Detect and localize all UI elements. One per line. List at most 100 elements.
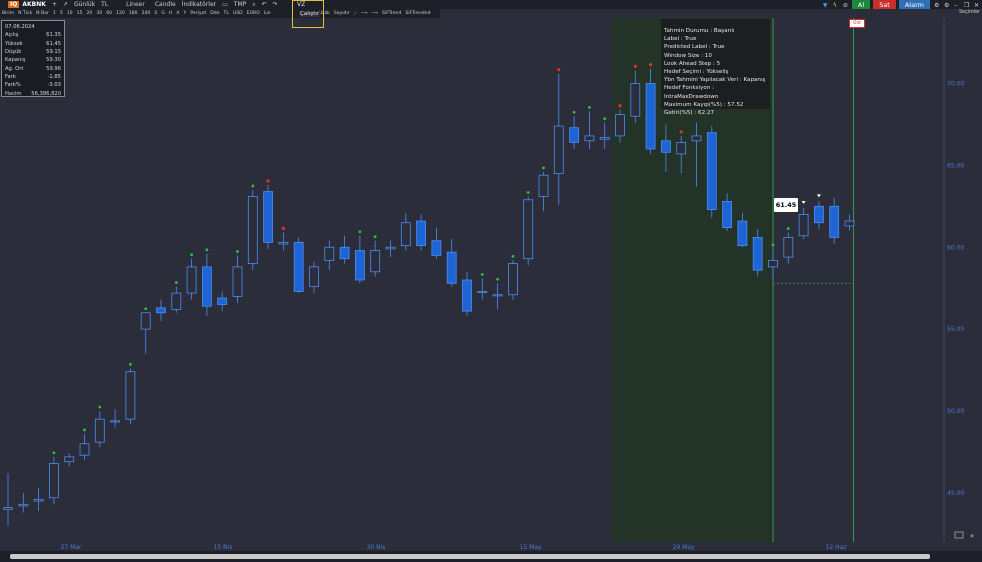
candle-body — [125, 371, 136, 420]
sell-signal-marker — [266, 179, 270, 183]
info-row: Ag. Ort 59.96 — [5, 64, 61, 72]
candle-body — [507, 263, 518, 296]
sell-signal-marker — [557, 68, 561, 72]
candle-body — [814, 205, 824, 224]
candle-body — [217, 297, 228, 305]
candle-body — [94, 418, 105, 443]
candle-body — [538, 174, 549, 197]
candle-body — [400, 222, 411, 247]
tooltip-line: Predicted Label : True — [664, 44, 725, 51]
tooltip-line: Maximum Kayıp(%5) : 57.52 — [664, 101, 744, 108]
info-label: Hacim — [5, 90, 22, 97]
candle-body — [691, 135, 702, 142]
info-value: 61.45 — [46, 40, 61, 47]
info-row: Hacim 56,386,820 — [5, 89, 61, 97]
info-value: -1.85 — [47, 73, 61, 80]
candle-body — [752, 237, 763, 271]
candle-body — [247, 196, 258, 265]
buy-signal-marker — [144, 307, 148, 311]
buy-signal-marker — [572, 110, 576, 114]
info-row: Yüksek 61.45 — [5, 40, 61, 48]
buy-signal-marker — [496, 277, 499, 281]
y-tick-label: 60.00 — [947, 244, 964, 251]
tooltip-line: Ybn Tahmini Yapılacak Veri : Kapanış — [664, 77, 766, 84]
sell-signal-marker — [633, 64, 637, 68]
x-tick-label: 15 Nis — [214, 544, 233, 551]
candle-body — [33, 499, 44, 502]
horizontal-scrollbar[interactable] — [0, 551, 982, 562]
sell-signal-marker — [618, 104, 622, 108]
buy-signal-marker — [174, 281, 178, 284]
price-chart[interactable]: 70.00 65.00 60.00 55.00 50.00 45.00 27 Mar 15 N… — [0, 0, 982, 562]
candle-body — [64, 456, 75, 463]
last-price-label: 61.45 — [774, 198, 798, 212]
candle-body — [232, 266, 243, 297]
candle-body — [263, 191, 274, 243]
info-value: 59.96 — [46, 65, 61, 72]
white-arrow-marker — [801, 200, 806, 204]
y-tick-label: 55.00 — [947, 326, 964, 333]
tooltip-line: Hedef Seçimi : Yükseliş — [664, 69, 729, 76]
tooltip-line: Tahmin Durumu : Başarılı — [664, 28, 735, 34]
buy-signal-marker — [603, 117, 607, 121]
candle-body — [844, 220, 855, 227]
candle-body — [737, 220, 748, 247]
tooltip-line: Getiri(%5) : 62.27 — [664, 110, 715, 117]
info-row: Kapanış 59.30 — [5, 56, 61, 64]
candle-body — [79, 443, 90, 456]
x-tick-label: 27 Mar — [61, 544, 82, 551]
candle-body — [309, 266, 319, 287]
candle-body — [110, 420, 120, 423]
candle-body — [615, 114, 625, 137]
candle-body — [661, 140, 671, 153]
candle-body — [798, 214, 809, 237]
info-value: 61.35 — [46, 32, 61, 39]
buy-signal-marker — [205, 248, 209, 252]
candle-body — [49, 462, 59, 499]
buy-signal-marker — [373, 235, 377, 239]
info-label: Kapanış — [5, 57, 26, 64]
info-label: Fark% — [5, 82, 21, 89]
buy-signal-marker — [129, 363, 132, 366]
buy-signal-marker — [542, 166, 545, 170]
buy-signal-marker — [588, 105, 591, 109]
scroll-thumb[interactable] — [10, 554, 930, 559]
buy-signal-marker — [190, 253, 194, 257]
candle-body — [278, 241, 289, 245]
buy-signal-marker — [480, 272, 484, 276]
buy-signal-marker — [771, 243, 775, 247]
candle-body — [370, 250, 381, 273]
info-value: -3.03 — [47, 82, 61, 89]
candle-body — [722, 200, 732, 228]
candle-body — [186, 266, 197, 294]
tooltip-line: Look Ahead Step : 5 — [664, 60, 721, 67]
info-label: Yüksek — [5, 40, 23, 47]
tooltip-line: Label : True — [664, 36, 697, 43]
info-row: Açılış 61.35 — [5, 31, 61, 39]
candle-body — [676, 142, 687, 155]
info-value: 59.15 — [46, 49, 61, 56]
candle-body — [18, 503, 29, 507]
x-tick-label: 29 May — [673, 544, 695, 551]
arrow-right-icon: » — [970, 532, 974, 540]
sell-signal-marker — [649, 63, 653, 67]
sell-signal-marker — [679, 130, 683, 134]
buy-signal-marker — [251, 184, 255, 188]
buy-signal-marker — [358, 230, 362, 234]
candle-body — [385, 246, 396, 250]
tooltip-line: Window Size : 10 — [664, 52, 712, 59]
buy-signal-marker — [511, 254, 515, 258]
candle-body — [584, 135, 595, 142]
candle-body — [3, 507, 13, 510]
candle-body — [477, 291, 488, 294]
buy-signal-marker — [786, 227, 790, 230]
y-tick-label: 45.00 — [947, 490, 964, 497]
info-label: Fark — [5, 73, 16, 80]
candle-body — [645, 83, 656, 150]
info-date: 07.06.2024 — [5, 24, 35, 31]
buy-signal-marker — [236, 250, 239, 253]
x-tick-label: 15 May — [520, 544, 542, 551]
candle-body — [416, 220, 427, 247]
prediction-tooltip: Tahmin Durumu : Başarılı Label : True Pred… — [661, 19, 770, 116]
candle-body — [492, 294, 503, 297]
